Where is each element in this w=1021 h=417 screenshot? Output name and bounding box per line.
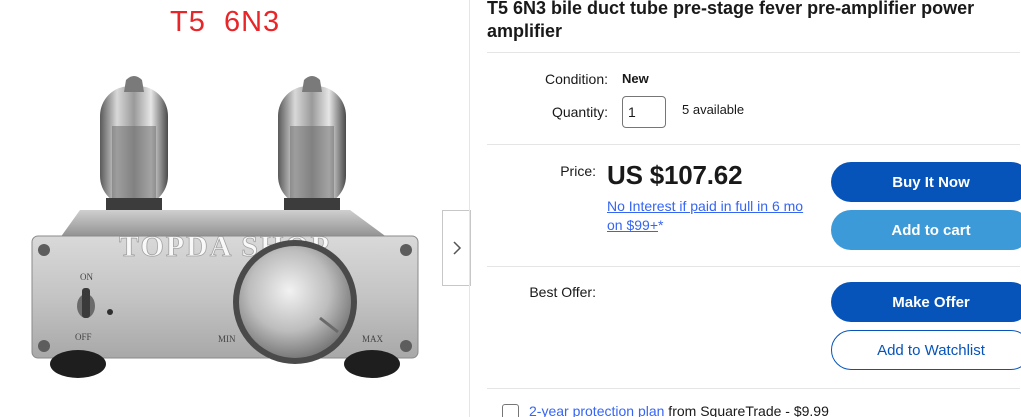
financing-link[interactable]: No Interest if paid in full in 6 mo on $… — [607, 197, 807, 235]
add-to-cart-button[interactable]: Add to cart — [831, 210, 1021, 250]
quantity-label: Quantity: — [551, 104, 608, 120]
divider — [487, 144, 1020, 145]
protection-plan-link[interactable]: 2-year protection plan — [529, 403, 664, 417]
product-image[interactable]: TOPDA SHOP ON OFF MIN MAX — [20, 70, 430, 390]
condition-value: New — [622, 71, 649, 86]
protection-plan-checkbox[interactable] — [502, 404, 519, 417]
next-image-button[interactable] — [442, 210, 471, 286]
buy-it-now-button[interactable]: Buy It Now — [831, 162, 1021, 202]
protection-plan-price: from SquareTrade - $9.99 — [664, 403, 829, 417]
vacuum-tube-left — [100, 76, 168, 218]
add-to-watchlist-button[interactable]: Add to Watchlist — [831, 330, 1021, 370]
divider — [487, 52, 1020, 53]
protection-plan-text: 2-year protection plan from SquareTrade … — [529, 403, 829, 417]
financing-asterisk: * — [658, 217, 664, 233]
make-offer-button[interactable]: Make Offer — [831, 282, 1021, 322]
condition-label: Condition: — [544, 71, 608, 87]
divider — [487, 388, 1020, 389]
switch-off-label: OFF — [75, 332, 92, 342]
vacuum-tube-right — [278, 76, 346, 218]
image-gallery: T5 6N3 TOPDA SHOP ON OFF MIN MAX — [0, 0, 471, 417]
financing-link-text[interactable]: No Interest if paid in full in 6 mo on $… — [607, 198, 803, 233]
listing-title: T5 6N3 bile duct tube pre-stage fever pr… — [487, 0, 975, 41]
quantity-input[interactable] — [622, 96, 666, 128]
gallery-divider — [469, 0, 470, 417]
available-count: 5 available — [682, 102, 745, 117]
knob-max-label: MAX — [362, 334, 384, 344]
switch-on-label: ON — [80, 272, 93, 282]
image-caption: T5 6N3 — [170, 6, 281, 38]
price-value: US $107.62 — [607, 160, 743, 190]
best-offer-label: Best Offer: — [529, 284, 596, 300]
divider — [487, 266, 1020, 267]
knob-min-label: MIN — [218, 334, 236, 344]
price-label: Price: — [560, 163, 596, 179]
chevron-right-icon — [452, 241, 461, 255]
